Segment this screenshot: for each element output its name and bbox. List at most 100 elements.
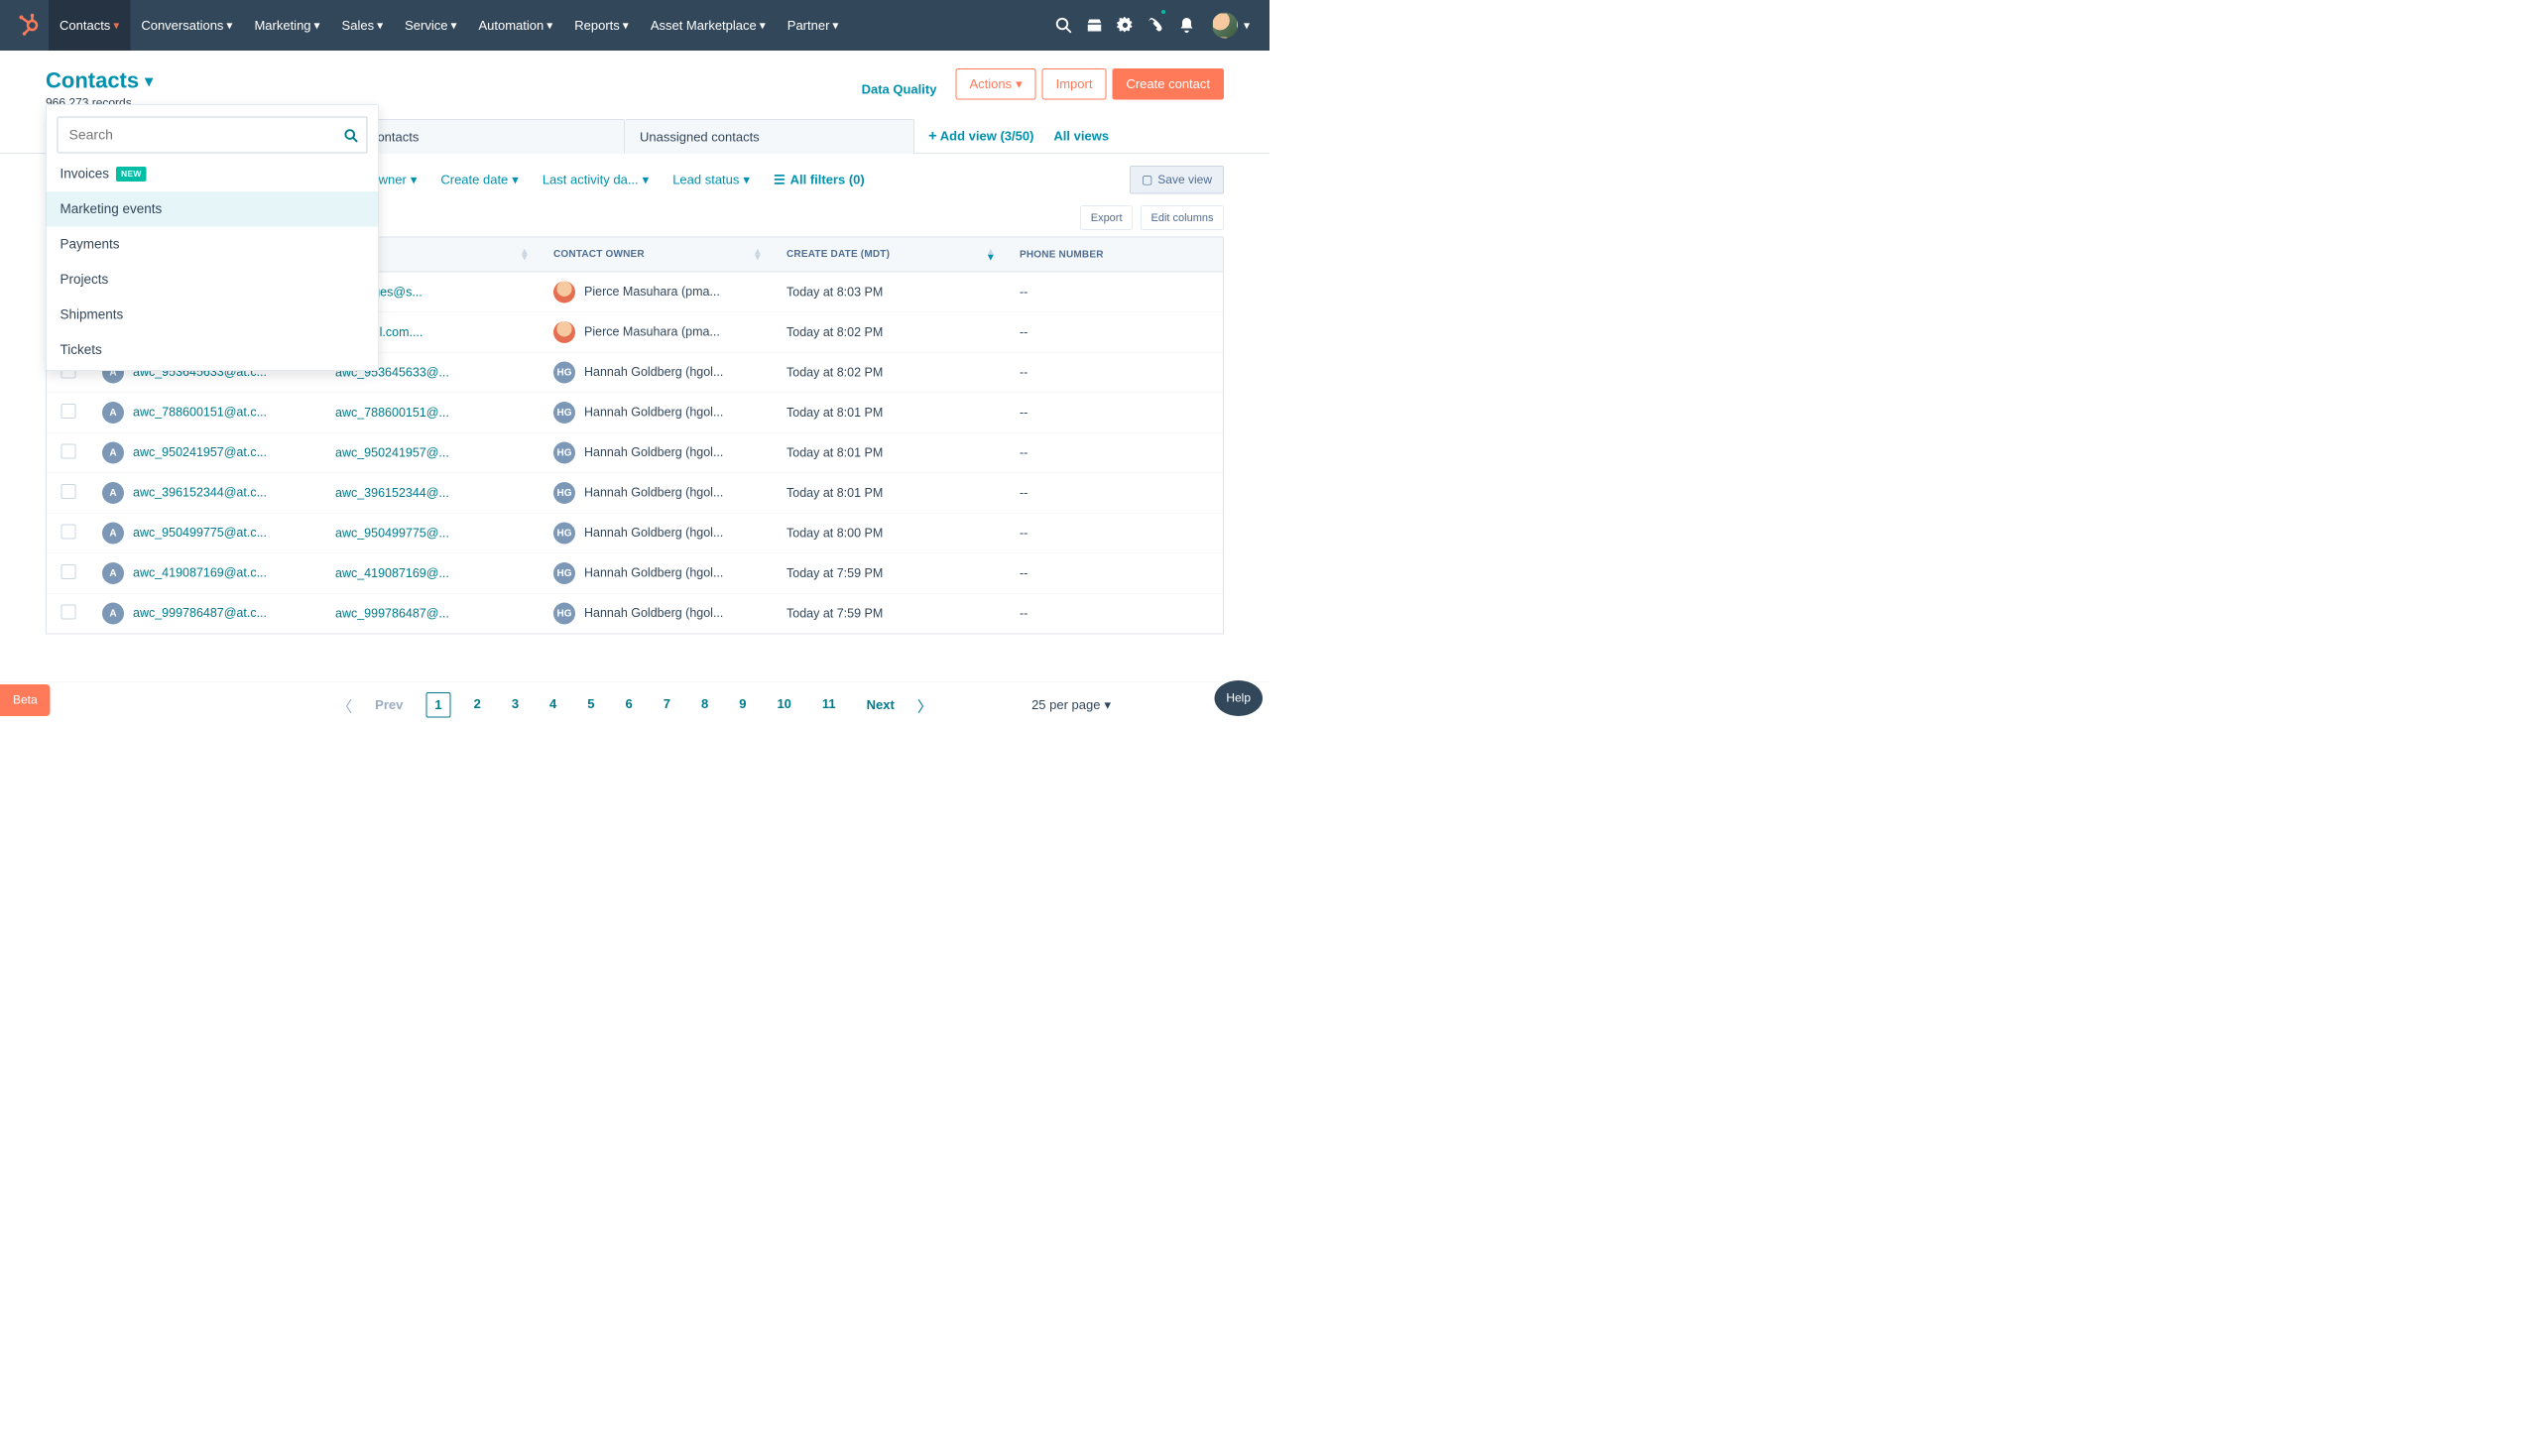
nav-item-automation[interactable]: Automation <box>467 0 563 51</box>
marketplace-icon[interactable] <box>1079 0 1110 51</box>
nav-item-reports[interactable]: Reports <box>563 0 640 51</box>
help-button[interactable]: Help <box>1214 680 1263 716</box>
create-date: Today at 7:59 PM <box>775 593 1008 633</box>
sort-icon: ▲▼ <box>520 249 530 261</box>
filter-last-activity-da-[interactable]: Last activity da... <box>543 173 649 188</box>
nav-item-sales[interactable]: Sales <box>331 0 395 51</box>
contact-name-link[interactable]: awc_419087169@at.c... <box>133 565 267 579</box>
row-checkbox[interactable] <box>61 604 76 619</box>
dropdown-item-shipments[interactable]: Shipments <box>47 298 379 333</box>
dropdown-item-invoices[interactable]: InvoicesNEW <box>47 162 379 192</box>
page-11[interactable]: 11 <box>814 692 844 718</box>
column-phone[interactable]: PHONE NUMBER <box>1008 238 1223 273</box>
chevron-down-icon <box>623 18 629 33</box>
edit-columns-button[interactable]: Edit columns <box>1141 206 1224 230</box>
row-checkbox[interactable] <box>61 564 76 579</box>
hubspot-logo[interactable] <box>10 0 49 51</box>
page-8[interactable]: 8 <box>693 692 716 718</box>
contact-name-link[interactable]: awc_396152344@at.c... <box>133 485 267 499</box>
nav-item-asset-marketplace[interactable]: Asset Marketplace <box>640 0 777 51</box>
dropdown-item-tickets[interactable]: Tickets <box>47 332 379 368</box>
page-9[interactable]: 9 <box>731 692 754 718</box>
page-title-dropdown[interactable]: Contacts <box>46 68 153 93</box>
chevron-down-icon <box>1244 18 1250 33</box>
page-7[interactable]: 7 <box>656 692 678 718</box>
create-date: Today at 8:03 PM <box>775 272 1008 312</box>
next-arrow-icon[interactable]: 〉 <box>917 694 932 716</box>
page-6[interactable]: 6 <box>618 692 641 718</box>
create-date: Today at 8:02 PM <box>775 312 1008 353</box>
contact-name-link[interactable]: awc_999786487@at.c... <box>133 606 267 620</box>
all-filters-button[interactable]: ☰All filters (0) <box>774 173 865 188</box>
all-views-link[interactable]: All views <box>1053 128 1109 144</box>
page-5[interactable]: 5 <box>579 692 602 718</box>
contact-avatar: A <box>102 603 124 625</box>
nav-item-contacts[interactable]: Contacts <box>49 0 130 51</box>
filter-create-date[interactable]: Create date <box>440 173 518 188</box>
contact-email-link[interactable]: awc_788600151@... <box>335 406 449 420</box>
chevron-down-icon <box>743 173 750 188</box>
dropdown-search-input[interactable] <box>58 117 368 154</box>
page-2[interactable]: 2 <box>466 692 489 718</box>
phone-number: -- <box>1008 593 1223 633</box>
table-row: Aawc_788600151@at.c... awc_788600151@...… <box>47 393 1223 433</box>
contact-email-link[interactable]: awc_419087169@... <box>335 566 449 580</box>
chevron-down-icon <box>113 18 119 33</box>
account-menu[interactable] <box>1202 13 1250 39</box>
actions-button[interactable]: Actions <box>955 68 1035 100</box>
create-contact-button[interactable]: Create contact <box>1112 68 1224 100</box>
owner-avatar: HG <box>553 402 575 424</box>
contact-email-link[interactable]: awc_950241957@... <box>335 445 449 459</box>
prev-button[interactable]: Prev <box>367 693 411 717</box>
per-page-select[interactable]: 25 per page <box>1031 697 1111 713</box>
column-create-date[interactable]: CREATE DATE (MDT)▲▼ <box>775 238 1008 273</box>
column-owner[interactable]: CONTACT OWNER▲▼ <box>542 238 775 273</box>
page-10[interactable]: 10 <box>769 692 798 718</box>
dropdown-item-projects[interactable]: Projects <box>47 262 379 298</box>
phone-number: -- <box>1008 432 1223 473</box>
page-3[interactable]: 3 <box>504 692 527 718</box>
add-view-link[interactable]: +Add view (3/50) <box>928 128 1033 145</box>
search-icon[interactable] <box>1048 0 1079 51</box>
contact-email-link[interactable]: awc_999786487@... <box>335 606 449 620</box>
export-button[interactable]: Export <box>1080 206 1133 230</box>
view-links: +Add view (3/50) All views <box>928 119 1109 153</box>
row-checkbox[interactable] <box>61 524 76 539</box>
tab-unassigned-contacts[interactable]: Unassigned contacts <box>625 119 914 154</box>
page-1[interactable]: 1 <box>425 692 450 718</box>
contact-name-link[interactable]: awc_950241957@at.c... <box>133 445 267 459</box>
beta-badge[interactable]: Beta <box>0 684 51 716</box>
owner-avatar: HG <box>553 362 575 384</box>
save-view-button[interactable]: ▢Save view <box>1130 166 1224 194</box>
nav-item-service[interactable]: Service <box>394 0 467 51</box>
row-checkbox[interactable] <box>61 443 76 458</box>
row-checkbox[interactable] <box>61 404 76 419</box>
calling-icon[interactable] <box>1141 0 1171 51</box>
contact-name-link[interactable]: awc_950499775@at.c... <box>133 526 267 540</box>
nav-item-partner[interactable]: Partner <box>777 0 850 51</box>
dropdown-item-payments[interactable]: Payments <box>47 227 379 263</box>
dropdown-item-marketing-events[interactable]: Marketing events <box>47 191 379 227</box>
phone-number: -- <box>1008 513 1223 553</box>
next-button[interactable]: Next <box>859 693 903 717</box>
phone-number: -- <box>1008 352 1223 393</box>
owner-avatar: HG <box>553 603 575 625</box>
owner-avatar: HG <box>553 482 575 504</box>
import-button[interactable]: Import <box>1042 68 1107 100</box>
filter-lead-status[interactable]: Lead status <box>672 173 750 188</box>
owner-avatar: HG <box>553 523 575 545</box>
chevron-down-icon <box>226 18 232 33</box>
contact-email-link[interactable]: awc_396152344@... <box>335 486 449 500</box>
contact-name-link[interactable]: awc_788600151@at.c... <box>133 405 267 419</box>
plus-icon: + <box>928 128 937 145</box>
settings-icon[interactable] <box>1110 0 1141 51</box>
page-4[interactable]: 4 <box>542 692 564 718</box>
owner-avatar <box>553 321 575 343</box>
data-quality-link[interactable]: Data Quality <box>862 81 937 97</box>
notifications-icon[interactable] <box>1171 0 1202 51</box>
nav-item-marketing[interactable]: Marketing <box>243 0 330 51</box>
contact-email-link[interactable]: awc_950499775@... <box>335 526 449 540</box>
row-checkbox[interactable] <box>61 484 76 499</box>
nav-item-conversations[interactable]: Conversations <box>130 0 243 51</box>
top-nav: ContactsConversationsMarketingSalesServi… <box>0 0 1270 51</box>
